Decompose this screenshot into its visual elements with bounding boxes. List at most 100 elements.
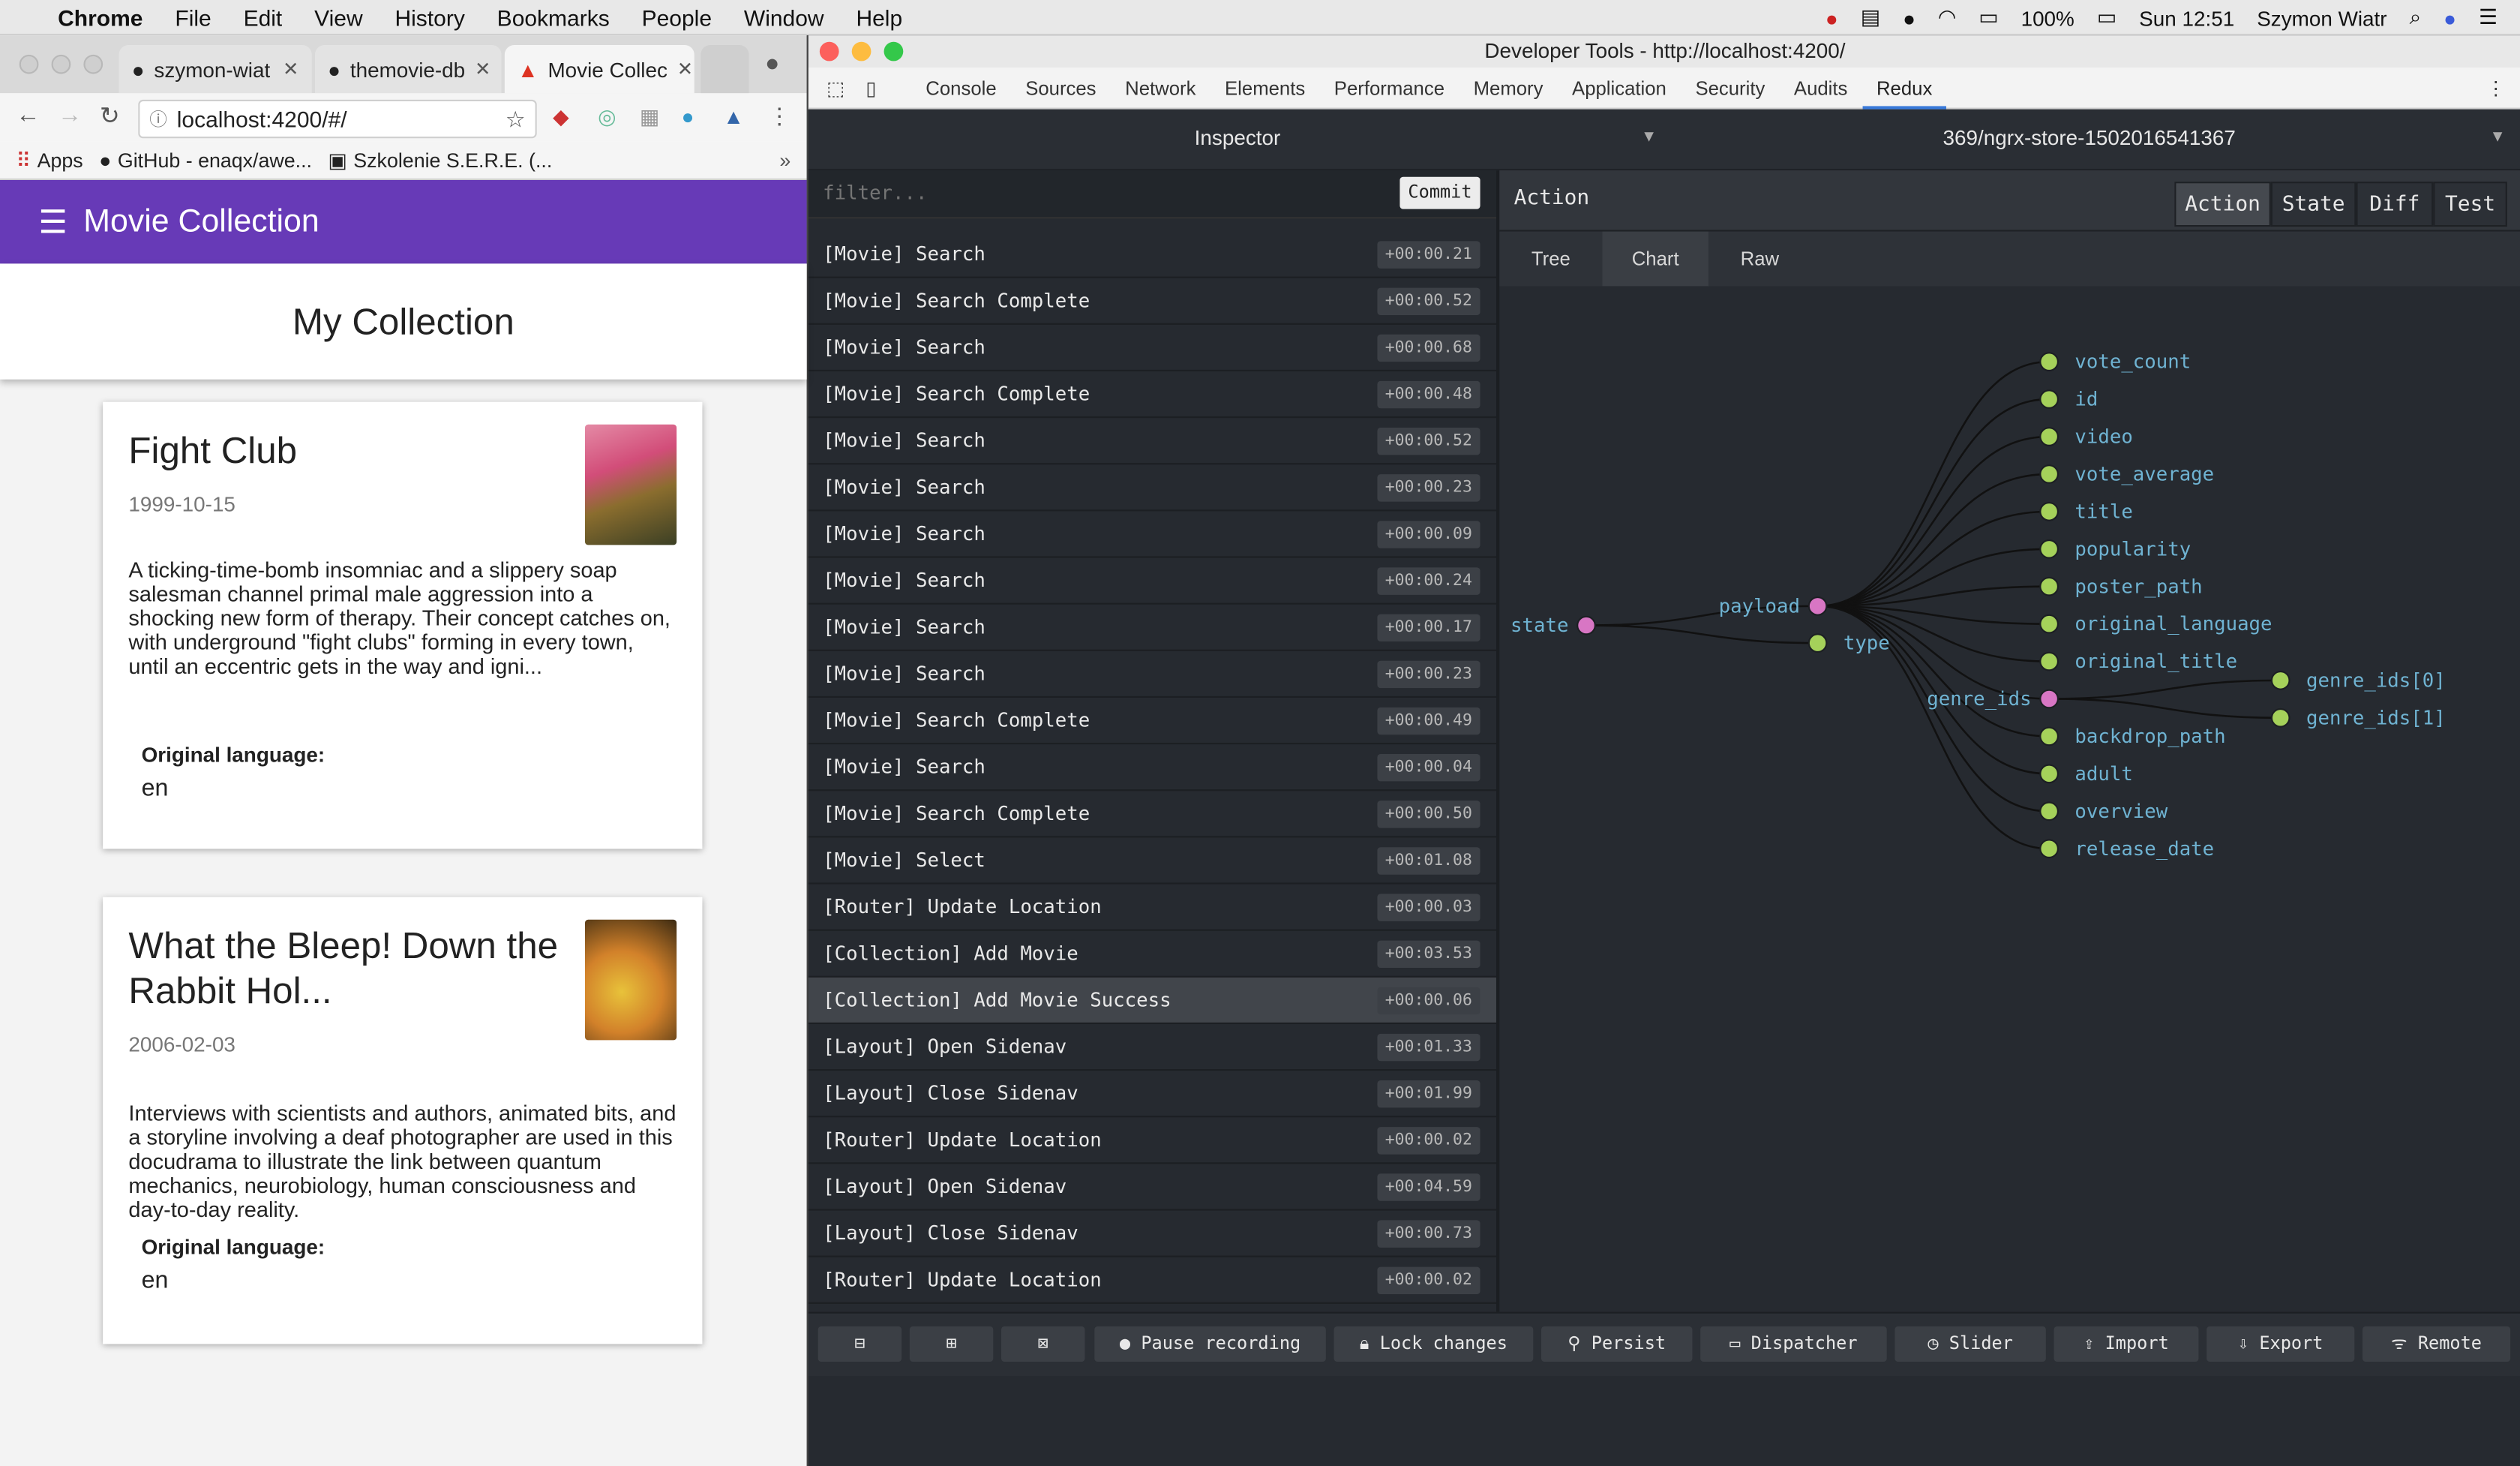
- close-window-button[interactable]: [19, 54, 39, 74]
- notification-center-icon[interactable]: ☰: [2479, 5, 2498, 30]
- forward-icon[interactable]: →: [58, 101, 82, 128]
- genre-id-item-node[interactable]: [2270, 707, 2290, 728]
- action-row[interactable]: [Movie] Search Complete +00:00.48: [808, 371, 1496, 419]
- action-row[interactable]: [Router] Update Location +00:00.02: [808, 1117, 1496, 1164]
- action-row[interactable]: [Movie] Search +00:00.21: [808, 232, 1496, 278]
- action-row[interactable]: [Layout] Open Sidenav +00:01.33: [808, 1024, 1496, 1071]
- url-field[interactable]: ⓘ localhost:4200/#/ ☆: [138, 99, 537, 139]
- hamburger-menu-icon[interactable]: ☰: [38, 202, 67, 242]
- back-icon[interactable]: ←: [16, 101, 40, 128]
- payload-key-node[interactable]: [2039, 501, 2059, 521]
- bookmark-szkolenie[interactable]: Szkolenie S.E.R.E. (...: [353, 149, 552, 171]
- ublock-icon[interactable]: ◆: [553, 104, 568, 130]
- pause-recording-button[interactable]: ● Pause recording: [1094, 1326, 1326, 1362]
- payload-key-node[interactable]: [2039, 801, 2059, 822]
- remote-button[interactable]: ᯤ Remote: [2362, 1326, 2511, 1362]
- menu-history[interactable]: History: [394, 4, 464, 29]
- tab-chart[interactable]: Chart: [1602, 231, 1708, 287]
- siri-icon[interactable]: ●: [2444, 6, 2456, 30]
- action-row[interactable]: [Router] Update Location +00:00.02: [808, 1257, 1496, 1304]
- user-name[interactable]: Szymon Wiatr: [2257, 6, 2386, 30]
- type-node[interactable]: [1808, 633, 1828, 653]
- diff-button[interactable]: Diff: [2356, 182, 2434, 227]
- profile-icon[interactable]: ●: [765, 50, 779, 77]
- log-monitor-icon[interactable]: ⊟: [818, 1326, 902, 1362]
- genre-ids-node[interactable]: [2039, 689, 2059, 709]
- devtools-menu-icon[interactable]: ⋮: [2486, 77, 2506, 99]
- action-row[interactable]: [Movie] Search +00:00.09: [808, 511, 1496, 558]
- payload-key-node[interactable]: [2039, 651, 2059, 671]
- menu-app-name[interactable]: Chrome: [58, 4, 142, 29]
- lock-changes-button[interactable]: 🔒︎ Lock changes: [1334, 1326, 1534, 1362]
- tab-memory[interactable]: Memory: [1459, 67, 1557, 109]
- zoom-window-button[interactable]: [83, 54, 104, 74]
- creative-cloud-icon[interactable]: ●: [1826, 6, 1838, 30]
- action-row[interactable]: [Movie] Search Complete +00:00.52: [808, 278, 1496, 325]
- close-window-button[interactable]: [819, 41, 839, 62]
- action-row[interactable]: [Movie] Search Complete +00:00.50: [808, 791, 1496, 838]
- filter-input[interactable]: [812, 173, 1390, 212]
- action-row[interactable]: [Collection] Add Movie Success +00:00.06: [808, 977, 1496, 1024]
- tab-security[interactable]: Security: [1681, 67, 1779, 109]
- browser-tab[interactable]: ● themovie-db ✕: [315, 45, 502, 94]
- payload-key-node[interactable]: [2039, 539, 2059, 559]
- monitor-select[interactable]: Inspector ▼: [818, 116, 1658, 161]
- tab-application[interactable]: Application: [1558, 67, 1681, 109]
- instance-select[interactable]: 369/ngrx-store-1502016541367 ▼: [1666, 116, 2512, 161]
- payload-key-node[interactable]: [2039, 352, 2059, 371]
- payload-key-node[interactable]: [2039, 614, 2059, 634]
- minimize-window-button[interactable]: [851, 41, 872, 62]
- menu-edit[interactable]: Edit: [244, 4, 283, 29]
- minimize-window-button[interactable]: [51, 54, 71, 74]
- action-row[interactable]: [Movie] Select +00:01.08: [808, 837, 1496, 885]
- browser-tab[interactable]: ● szymon-wiat ✕: [118, 45, 312, 94]
- spotlight-icon[interactable]: ⌕: [2410, 5, 2422, 30]
- dispatcher-button[interactable]: ▭ Dispatcher: [1700, 1326, 1887, 1362]
- bookmark-apps[interactable]: Apps: [38, 149, 83, 171]
- tab-console[interactable]: Console: [911, 67, 1011, 109]
- close-tab-icon[interactable]: ✕: [283, 58, 299, 80]
- action-row[interactable]: [Movie] Search Complete +00:00.49: [808, 698, 1496, 745]
- commit-button[interactable]: Commit: [1400, 176, 1480, 209]
- menu-people[interactable]: People: [642, 4, 712, 29]
- payload-key-node[interactable]: [2039, 427, 2059, 446]
- chrome-menu-icon[interactable]: ⋮: [768, 103, 790, 130]
- action-row[interactable]: [Movie] Search +00:00.04: [808, 744, 1496, 792]
- new-tab-button[interactable]: [700, 45, 749, 94]
- tab-audits[interactable]: Audits: [1780, 67, 1862, 109]
- action-row[interactable]: [Layout] Close Sidenav +00:00.73: [808, 1211, 1496, 1257]
- test-button[interactable]: Test: [2433, 182, 2507, 227]
- airplay-icon[interactable]: ▭: [1978, 5, 1998, 30]
- import-button[interactable]: ⇪ Import: [2054, 1326, 2199, 1362]
- tab-tree[interactable]: Tree: [1499, 232, 1602, 287]
- extension-icon[interactable]: ●: [682, 104, 694, 128]
- slider-button[interactable]: ◷ Slider: [1894, 1326, 2046, 1362]
- action-row[interactable]: [Layout] Open Sidenav +00:04.59: [808, 1164, 1496, 1211]
- reload-icon[interactable]: ↻: [100, 101, 120, 130]
- zoom-window-button[interactable]: [884, 41, 904, 62]
- action-row[interactable]: [Layout] Close Sidenav +00:01.99: [808, 1071, 1496, 1118]
- payload-key-node[interactable]: [2039, 726, 2059, 747]
- tab-performance[interactable]: Performance: [1320, 67, 1460, 109]
- persist-button[interactable]: ⚲ Persist: [1541, 1326, 1693, 1362]
- action-row[interactable]: [Movie] Search +00:00.23: [808, 651, 1496, 698]
- menu-help[interactable]: Help: [856, 4, 902, 29]
- export-button[interactable]: ⇩ Export: [2206, 1326, 2355, 1362]
- action-row[interactable]: [Movie] Search +00:00.24: [808, 558, 1496, 605]
- payload-key-node[interactable]: [2039, 389, 2059, 409]
- tab-network[interactable]: Network: [1111, 67, 1210, 109]
- clock[interactable]: Sun 12:51: [2139, 6, 2234, 30]
- more-bookmarks-icon[interactable]: »: [779, 149, 790, 171]
- action-row[interactable]: [Movie] Search +00:00.52: [808, 418, 1496, 465]
- menu-bookmarks[interactable]: Bookmarks: [497, 4, 610, 29]
- bookmark-star-icon[interactable]: ☆: [506, 105, 526, 132]
- redux-devtools-icon[interactable]: ▲: [723, 104, 744, 128]
- skype-icon[interactable]: ●: [1903, 6, 1916, 30]
- menu-view[interactable]: View: [314, 4, 362, 29]
- extension-icon[interactable]: ▦: [640, 104, 659, 130]
- action-button[interactable]: Action: [2174, 182, 2271, 227]
- action-row[interactable]: [Router] Update Location +00:00.03: [808, 885, 1496, 931]
- battery-icon[interactable]: ▭: [2097, 5, 2116, 30]
- inspect-element-icon[interactable]: ⬚: [818, 77, 854, 99]
- device-toolbar-icon[interactable]: ▯: [854, 77, 889, 99]
